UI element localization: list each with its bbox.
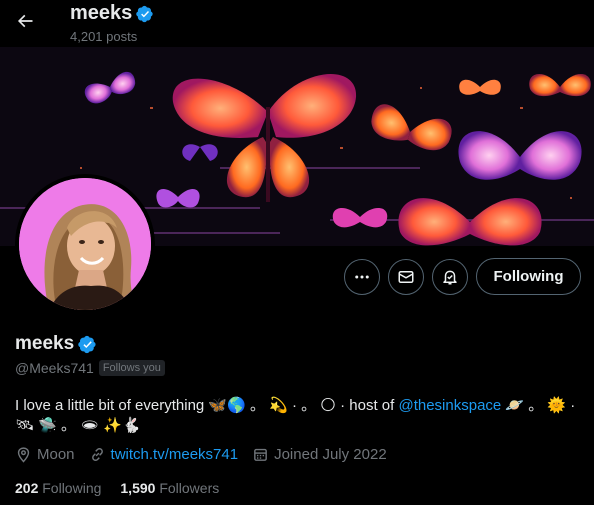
- profile-avatar[interactable]: [15, 174, 155, 314]
- top-bar: meeks 4,201 posts: [0, 0, 594, 47]
- website: twitch.tv/meeks741: [89, 446, 239, 463]
- followers-label: Followers: [159, 480, 220, 496]
- more-icon: [355, 275, 369, 279]
- notifications-button[interactable]: [432, 259, 468, 295]
- follows-you-badge: Follows you: [98, 360, 165, 376]
- followers-stat[interactable]: 1,590 Followers: [120, 480, 219, 496]
- display-name: meeks: [15, 333, 75, 354]
- join-date-text: Joined July 2022: [274, 446, 387, 463]
- bio-mention-link[interactable]: @thesinkspace: [398, 397, 501, 414]
- location: Moon: [15, 446, 75, 463]
- back-arrow-icon: [17, 14, 33, 28]
- header-title-row: meeks: [70, 2, 154, 25]
- handle: @Meeks741: [15, 360, 94, 376]
- bio: I love a little bit of everything 🦋🌎 。 💫…: [15, 396, 585, 436]
- following-count: 202: [15, 480, 39, 496]
- followers-count: 1,590: [120, 480, 156, 496]
- link-icon: [91, 448, 103, 461]
- bell-icon: [443, 270, 457, 285]
- handle-row: @Meeks741 Follows you: [15, 360, 165, 376]
- join-date: Joined July 2022: [252, 446, 387, 463]
- verified-badge-icon: [136, 5, 153, 22]
- profile-meta: Moon twitch.tv/meeks741 Joined July 2022: [15, 446, 401, 463]
- calendar-icon: [254, 448, 267, 461]
- bio-text: I love a little bit of everything 🦋🌎 。 💫…: [15, 397, 399, 414]
- location-text: Moon: [37, 446, 75, 463]
- more-button[interactable]: [344, 259, 380, 295]
- follow-stats: 202 Following 1,590 Followers: [15, 480, 238, 496]
- following-label: Following: [42, 480, 102, 496]
- name-row: meeks: [15, 333, 97, 355]
- avatar-photo: [19, 178, 151, 310]
- message-button[interactable]: [388, 259, 424, 295]
- header-title: meeks: [70, 2, 133, 24]
- back-button[interactable]: [8, 4, 42, 38]
- mail-icon: [398, 271, 414, 283]
- post-count: 4,201 posts: [70, 29, 138, 44]
- website-link[interactable]: twitch.tv/meeks741: [111, 446, 239, 463]
- verified-badge-icon[interactable]: [78, 335, 97, 354]
- following-stat[interactable]: 202 Following: [15, 480, 101, 496]
- location-icon: [17, 447, 30, 463]
- following-button[interactable]: Following: [476, 258, 581, 295]
